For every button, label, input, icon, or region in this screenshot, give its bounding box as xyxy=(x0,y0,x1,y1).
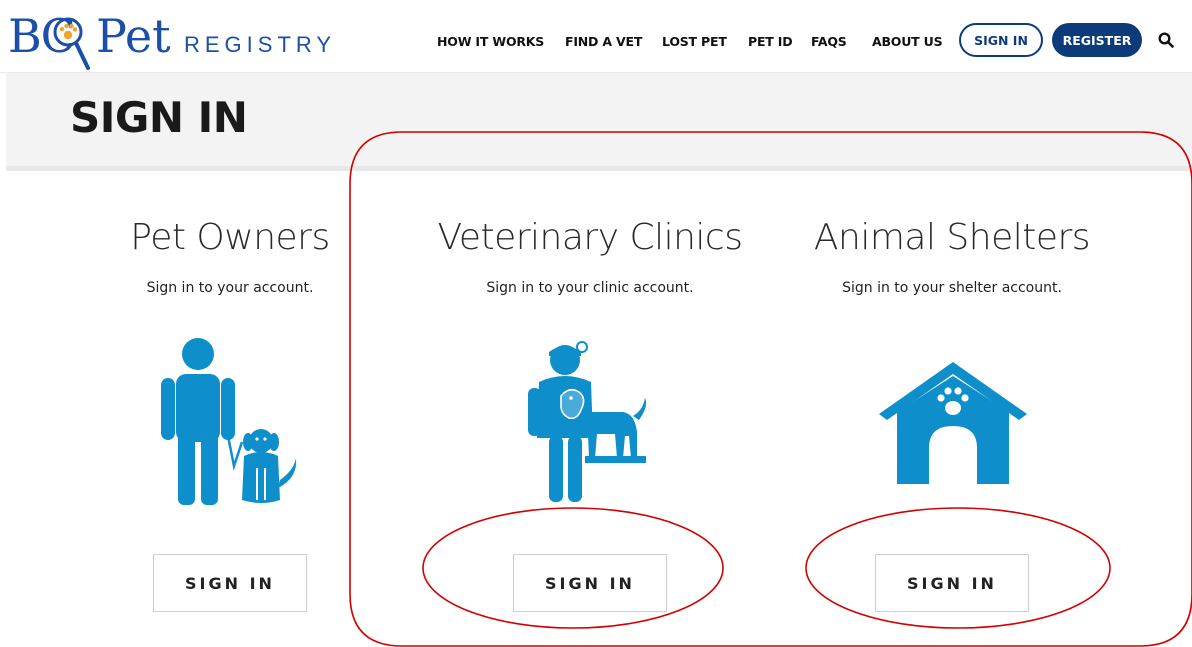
magnifier-paw-icon xyxy=(53,17,90,70)
search-icon[interactable] xyxy=(1158,32,1174,48)
veterinary-clinics-subtitle: Sign in to your clinic account. xyxy=(486,280,694,296)
veterinary-clinics-heading: Veterinary Clinics xyxy=(437,217,743,258)
veterinarian-with-dog-icon xyxy=(528,341,647,502)
nav-find-a-vet[interactable]: FIND A VET xyxy=(565,34,642,49)
pet-owners-sign-in-button[interactable]: SIGN IN xyxy=(153,554,307,612)
nav-faqs[interactable]: FAQS xyxy=(811,34,847,49)
nav-lost-pet[interactable]: LOST PET xyxy=(662,34,727,49)
page-title-band: SIGN IN xyxy=(6,73,1192,171)
nav-pet-id[interactable]: PET ID xyxy=(748,34,793,49)
bc-pet-registry-logo[interactable]: BC Pet REGISTRY xyxy=(8,6,331,70)
logo-registry-text: REGISTRY xyxy=(184,32,337,57)
veterinary-clinics-sign-in-button[interactable]: SIGN IN xyxy=(513,554,667,612)
pet-owner-with-dog-icon xyxy=(161,338,297,505)
animal-shelters-section: Animal Shelters Sign in to your shelter … xyxy=(772,210,1132,300)
animal-shelters-sign-in-button[interactable]: SIGN IN xyxy=(875,554,1029,612)
animal-shelters-heading: Animal Shelters xyxy=(813,217,1091,258)
dog-house-icon xyxy=(879,362,1027,484)
animal-shelters-subtitle: Sign in to your shelter account. xyxy=(842,280,1062,296)
pet-owners-subtitle: Sign in to your account. xyxy=(146,280,314,296)
header-register-button[interactable]: REGISTER xyxy=(1052,23,1142,57)
header-sign-in-button[interactable]: SIGN IN xyxy=(959,23,1043,57)
page-title: SIGN IN xyxy=(70,93,248,142)
logo-pet-text: Pet xyxy=(96,9,171,63)
site-header: BC Pet REGISTRY HOW IT WORKS FIND A VET … xyxy=(0,0,1192,73)
pet-owners-heading: Pet Owners xyxy=(130,217,330,258)
veterinary-clinics-section: Veterinary Clinics Sign in to your clini… xyxy=(410,210,770,300)
nav-how-it-works[interactable]: HOW IT WORKS xyxy=(437,34,544,49)
nav-about-us[interactable]: ABOUT US xyxy=(872,34,943,49)
pet-owners-section: Pet Owners Sign in to your account. xyxy=(50,210,410,300)
